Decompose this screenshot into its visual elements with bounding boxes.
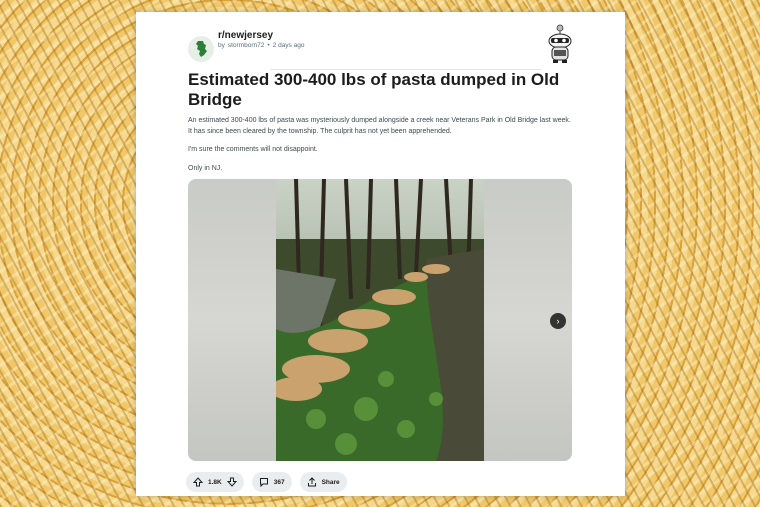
meta-separator: • <box>267 42 270 49</box>
arrow-down-icon[interactable] <box>226 477 237 487</box>
meta-by: by <box>218 42 225 49</box>
vote-count: 1.8K <box>208 478 222 486</box>
vote-pill: 1.8K <box>186 472 244 492</box>
post-paragraph-1: An estimated 300-400 lbs of pasta was my… <box>188 117 571 135</box>
share-button[interactable]: Share <box>299 472 347 492</box>
comments-button[interactable]: 367 <box>251 472 292 492</box>
post-title[interactable]: Estimated 300-400 lbs of pasta dumped in… <box>188 70 568 110</box>
post-age: 2 days ago <box>272 42 305 49</box>
snoo-mascot-icon <box>545 24 575 64</box>
post-paragraph-2: I'm sure the comments will not disappoin… <box>188 146 318 153</box>
reddit-post-card: r/newjersey by stormborn72 • 2 days ago Est… <box>136 12 625 496</box>
carousel-next-button[interactable]: › <box>550 313 566 329</box>
new-jersey-state-icon[interactable] <box>188 36 214 62</box>
post-actions: 1.8K 367 Share <box>186 472 347 492</box>
share-label: Share <box>321 478 340 486</box>
share-icon <box>307 477 316 487</box>
post-paragraph-3: Only in NJ. <box>188 165 223 172</box>
comment-bubble-icon <box>259 478 268 487</box>
arrow-up-icon[interactable] <box>193 477 203 487</box>
comment-count: 367 <box>273 478 285 486</box>
chevron-right-icon: › <box>556 316 560 326</box>
post-photo[interactable] <box>276 179 484 461</box>
post-meta: by stormborn72 • 2 days ago <box>218 42 307 49</box>
carousel-blur-left <box>188 179 276 461</box>
subreddit-name[interactable]: r/newjersey <box>218 30 273 41</box>
image-carousel[interactable]: › <box>188 179 572 461</box>
author-link[interactable]: stormborn72 <box>228 42 265 49</box>
